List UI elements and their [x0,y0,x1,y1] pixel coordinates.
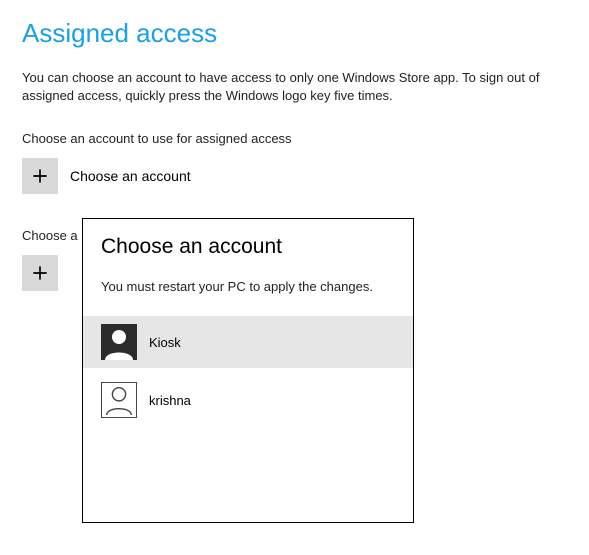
account-item-krishna[interactable]: krishna [83,374,413,426]
account-item-kiosk[interactable]: Kiosk [83,316,413,368]
choose-app-plus-button[interactable] [22,255,58,291]
page-description: You can choose an account to have access… [22,69,562,105]
choose-account-row[interactable]: Choose an account [22,158,567,194]
choose-account-label: Choose an account [70,168,191,184]
page-title: Assigned access [22,18,567,49]
account-name: krishna [149,393,191,408]
plus-icon [30,263,50,283]
account-name: Kiosk [149,335,181,350]
user-icon [102,382,136,417]
avatar [101,324,137,360]
avatar [101,382,137,418]
choose-account-popup: Choose an account You must restart your … [82,218,414,523]
plus-icon [30,166,50,186]
popup-subtext: You must restart your PC to apply the ch… [83,279,413,294]
choose-account-plus-button[interactable] [22,158,58,194]
popup-title: Choose an account [83,235,413,259]
section-choose-account-label: Choose an account to use for assigned ac… [22,131,567,146]
user-icon [101,324,137,360]
